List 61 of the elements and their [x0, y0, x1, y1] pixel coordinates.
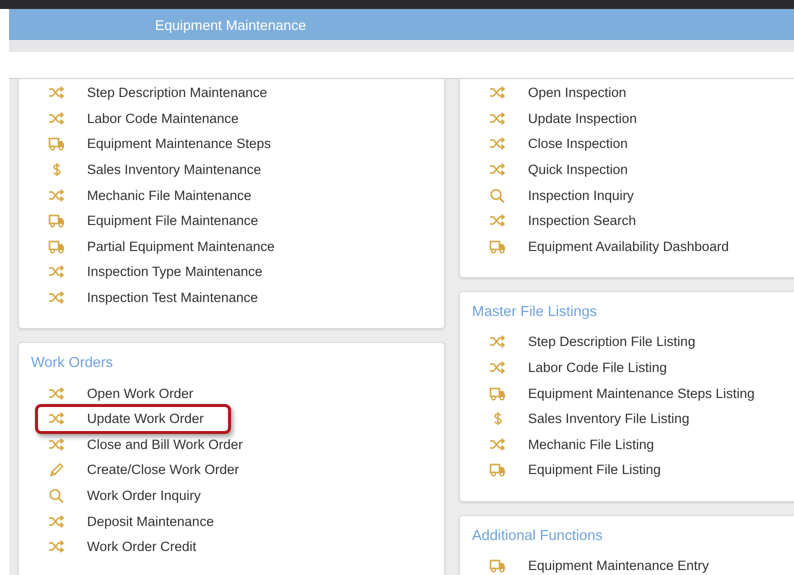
search-icon — [48, 488, 65, 504]
menu-link[interactable]: Equipment Maintenance Entry — [528, 558, 709, 574]
truck-icon — [48, 213, 65, 228]
shuffle-icon — [48, 436, 65, 452]
section-title: Additional Functions — [472, 526, 603, 545]
menu-link[interactable]: Work Order Inquiry — [87, 488, 201, 504]
menu-link[interactable]: Mechanic File Listing — [528, 436, 654, 452]
menu-link[interactable]: Close Inspection — [528, 136, 628, 152]
truck-icon — [48, 136, 65, 152]
shuffle-icon — [48, 514, 65, 529]
shuffle-icon — [489, 85, 506, 100]
shuffle-icon — [489, 360, 506, 376]
menu-link[interactable]: Equipment Maintenance Steps Listing — [528, 386, 755, 401]
menu-link[interactable]: Close and Bill Work Order — [87, 436, 243, 452]
shuffle-icon — [48, 290, 65, 306]
shuffle-icon — [489, 213, 506, 228]
menu-link[interactable]: Partial Equipment Maintenance — [87, 238, 275, 254]
section-title: Work Orders — [31, 354, 113, 372]
shuffle-icon — [489, 162, 506, 178]
menu-link[interactable]: Work Order Credit — [87, 539, 196, 554]
menu-link[interactable]: Sales Inventory File Listing — [528, 411, 690, 426]
menu-link[interactable]: Update Work Order — [87, 411, 204, 426]
section-title: Master File Listings — [472, 303, 597, 322]
shuffle-icon — [489, 136, 506, 152]
menu-link[interactable]: Equipment File Listing — [528, 462, 661, 478]
menu-link[interactable]: Inspection Test Maintenance — [87, 290, 258, 306]
menu-link[interactable]: Quick Inspection — [528, 162, 628, 178]
shuffle-icon — [48, 264, 65, 280]
shuffle-icon — [48, 386, 65, 401]
menu-link[interactable]: Open Inspection — [528, 85, 626, 100]
pencil-icon — [48, 462, 65, 478]
menu-link[interactable]: Sales Inventory Maintenance — [87, 162, 262, 178]
menu-link[interactable]: Mechanic File Maintenance — [87, 188, 252, 203]
menu-link[interactable]: Update Inspection — [528, 110, 637, 126]
shuffle-icon — [489, 334, 506, 350]
menu-link[interactable]: Equipment Availability Dashboard — [528, 238, 729, 254]
menu-link[interactable]: Step Description Maintenance — [87, 85, 268, 100]
shuffle-icon — [48, 188, 65, 203]
truck-icon — [48, 238, 65, 254]
page-title: Equipment Maintenance — [155, 16, 306, 32]
shuffle-icon — [48, 411, 65, 426]
menu-link[interactable]: Inspection Search — [528, 213, 636, 228]
menu-link[interactable]: Step Description File Listing — [528, 334, 696, 350]
search-icon — [489, 188, 506, 203]
menu-link[interactable]: Open Work Order — [87, 386, 194, 401]
menu-link[interactable]: Inspection Inquiry — [528, 188, 634, 203]
menu-link[interactable]: Labor Code File Listing — [528, 360, 667, 376]
shuffle-icon — [489, 436, 506, 452]
menu-link[interactable]: Labor Code Maintenance — [87, 110, 239, 126]
shuffle-icon — [48, 110, 65, 126]
shuffle-icon — [489, 110, 506, 126]
truck-icon — [489, 386, 506, 401]
menu-link[interactable]: Create/Close Work Order — [87, 462, 240, 478]
menu-link[interactable]: Deposit Maintenance — [87, 514, 214, 529]
shuffle-icon — [48, 85, 65, 100]
truck-icon — [489, 238, 506, 254]
truck-icon — [489, 462, 506, 478]
menu-link[interactable]: Equipment Maintenance Steps — [87, 136, 271, 152]
menu-link[interactable]: Equipment File Maintenance — [87, 213, 258, 228]
shuffle-icon — [48, 539, 65, 554]
menu-link[interactable]: Inspection Type Maintenance — [87, 264, 262, 280]
